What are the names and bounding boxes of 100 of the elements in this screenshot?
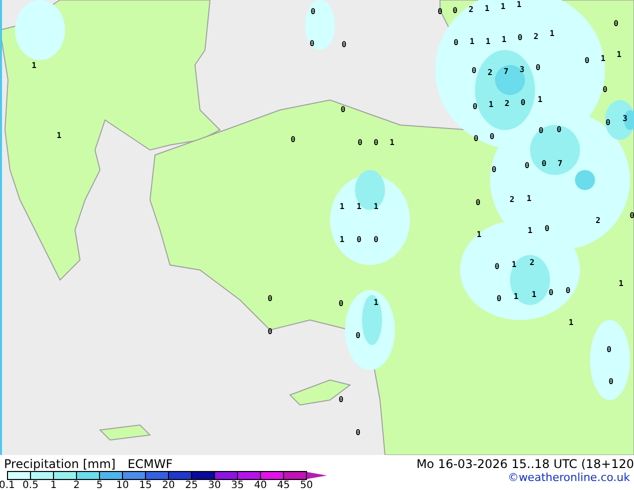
precipitation-value: 1 [390, 139, 394, 147]
precipitation-value: 1 [616, 51, 622, 59]
precipitation-value: 0 [606, 119, 610, 127]
precipitation-value: 1 [486, 38, 490, 46]
precipitation-value: 1 [374, 299, 378, 307]
precipitation-value: 0 [524, 162, 530, 170]
precipitation-value: 0 [472, 103, 478, 111]
precipitation-value: 0 [338, 396, 344, 404]
arrow-icon [307, 472, 327, 479]
precipitation-value: 0 [438, 8, 442, 16]
precipitation-value: 0 [454, 39, 458, 47]
precipitation-value: 0 [476, 199, 480, 207]
precipitation-value: 0 [374, 139, 378, 147]
precipitation-value: 1 [500, 3, 506, 11]
precipitation-value: 0 [606, 346, 612, 354]
precipitation-value: 0 [474, 135, 478, 143]
precipitation-value: 0 [520, 99, 526, 107]
scale-label: 30 [207, 480, 222, 490]
legend-title: Precipitation [mm] [4, 457, 116, 471]
precipitation-value: 1 [32, 62, 36, 70]
scale-label: 10 [115, 480, 130, 490]
precipitation-value: 0 [356, 236, 362, 244]
scale-label: 0.1 [0, 480, 16, 490]
precipitation-value: 0 [614, 20, 618, 28]
valid-time: Mo 16-03-2026 15..18 UTC (18+120 [416, 457, 634, 471]
precipitation-value: 0 [490, 133, 494, 141]
scale-label: 5 [95, 480, 104, 490]
precipitation-value: 1 [550, 30, 554, 38]
model-name: ECMWF [128, 457, 173, 471]
precipitation-value: 0 [494, 263, 500, 271]
precipitation-value: 0 [608, 378, 614, 386]
scale-label: 40 [253, 480, 268, 490]
scale-label: 20 [161, 480, 176, 490]
precipitation-value: 0 [536, 64, 540, 72]
precipitation-value: 1 [568, 319, 574, 327]
precipitation-value: 2 [488, 69, 492, 77]
scale-label: 50 [299, 480, 314, 490]
scale-label: 15 [138, 480, 153, 490]
precipitation-value: 1 [56, 132, 62, 140]
scale-label: 45 [276, 480, 291, 490]
precipitation-value: 1 [340, 236, 344, 244]
precipitation-value: 2 [534, 33, 538, 41]
scale-label: 25 [184, 480, 199, 490]
scale-label: 2 [72, 480, 81, 490]
precipitation-value: 1 [516, 1, 522, 9]
precipitation-value: 0 [556, 126, 562, 134]
precipitation-value: 1 [340, 203, 344, 211]
precipitation-value: 0 [538, 127, 544, 135]
precipitation-value: 2 [510, 196, 514, 204]
scale-label: 0.5 [22, 480, 40, 490]
precipitation-value: 1 [600, 55, 606, 63]
precipitation-value: 3 [520, 66, 524, 74]
precipitation-value: 1 [484, 5, 490, 13]
precipitation-value: 1 [526, 195, 532, 203]
precipitation-value: 1 [502, 36, 506, 44]
precipitation-value: 0 [268, 295, 272, 303]
precipitation-value: 1 [470, 38, 474, 46]
precipitation-value: 0 [496, 295, 502, 303]
precipitation-value: 1 [512, 261, 516, 269]
precipitation-value: 1 [514, 293, 518, 301]
precipitation-value: 7 [504, 68, 508, 76]
credit-text: ©weatheronline.co.uk [508, 471, 630, 484]
precipitation-value: 2 [504, 100, 510, 108]
precipitation-value: 7 [558, 160, 562, 168]
precipitation-value: 0 [518, 34, 522, 42]
precipitation-value: 2 [468, 6, 474, 14]
precipitation-value: 1 [356, 203, 362, 211]
precipitation-value: 0 [342, 41, 346, 49]
scale-label: 35 [230, 480, 245, 490]
precipitation-value: 1 [528, 227, 532, 235]
precipitation-value: 0 [310, 40, 314, 48]
precipitation-value: 0 [356, 332, 360, 340]
precipitation-value: 0 [584, 57, 590, 65]
precipitation-value: 0 [310, 8, 316, 16]
precipitation-value: 1 [538, 96, 542, 104]
precipitation-value: 0 [452, 7, 458, 15]
scale-label: 1 [49, 480, 58, 490]
precipitation-value: 0 [268, 328, 272, 336]
precipitation-value: 0 [492, 166, 496, 174]
precipitation-value: 0 [374, 236, 378, 244]
precipitation-value: 2 [530, 259, 534, 267]
precipitation-value: 1 [488, 101, 494, 109]
precipitation-value: 1 [476, 231, 482, 239]
precipitation-value: 0 [566, 287, 570, 295]
precipitation-value: 1 [532, 291, 536, 299]
precipitation-value: 0 [356, 429, 360, 437]
precipitation-value: 0 [548, 289, 554, 297]
precipitation-value: 1 [374, 203, 378, 211]
precipitation-value: 0 [542, 160, 546, 168]
precipitation-value: 0 [358, 139, 362, 147]
precipitation-value: 1 [618, 280, 624, 288]
precipitation-value: 2 [596, 217, 600, 225]
precipitation-value: 3 [622, 115, 628, 123]
precipitation-value: 0 [290, 136, 296, 144]
precipitation-value: 0 [630, 212, 634, 220]
precipitation-value: 0 [340, 106, 346, 114]
precipitation-value: 0 [338, 300, 344, 308]
precipitation-value: 0 [472, 67, 476, 75]
precipitation-value: 0 [602, 86, 608, 94]
precipitation-value: 0 [544, 225, 550, 233]
